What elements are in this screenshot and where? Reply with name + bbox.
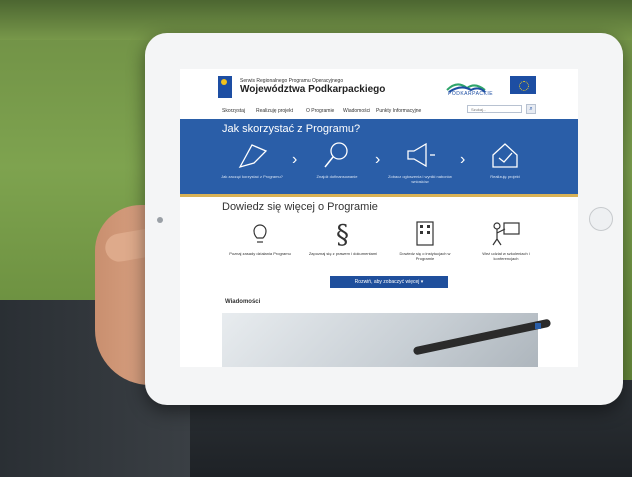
card-label: Poznaj zasady działania Programu bbox=[229, 251, 291, 256]
home-button[interactable] bbox=[589, 207, 613, 231]
chevron-right-icon: › bbox=[460, 151, 466, 168]
flag-icon bbox=[238, 144, 268, 169]
expand-more-label: Rozwiń, aby zobaczyć więcej bbox=[354, 279, 420, 285]
step-start[interactable]: Jak zacząć korzystać z Programu? bbox=[217, 141, 287, 179]
step-announcements[interactable]: Zobacz ogłoszenia i wyniki naborów wnios… bbox=[385, 141, 455, 184]
house-check-icon bbox=[492, 143, 518, 168]
card-law[interactable]: § Zapoznaj się z prawem i dokumentami bbox=[308, 219, 378, 256]
nav-item-punkty[interactable]: Punkty Informacyjne bbox=[376, 108, 421, 114]
card-training[interactable]: Weź udział w szkoleniach i konferencjach bbox=[471, 219, 541, 261]
camera bbox=[157, 217, 163, 223]
building-icon bbox=[416, 221, 434, 246]
pen-image bbox=[412, 318, 552, 356]
background-scene: Serwis Regionalnego Programu Operacyjneg… bbox=[0, 0, 632, 477]
step-project[interactable]: Realizuję projekt bbox=[470, 141, 540, 179]
learn-title: Dowiedz się więcej o Programie bbox=[222, 201, 378, 213]
site-logo-icon[interactable] bbox=[218, 76, 232, 98]
eu-flag-icon bbox=[510, 76, 536, 94]
nav-item-skorzystaj[interactable]: Skorzystaj bbox=[222, 108, 245, 114]
nav-item-o-programie[interactable]: O Programie bbox=[306, 108, 334, 114]
step-label: Znajdź dofinansowanie bbox=[316, 174, 358, 179]
news-title: Wiadomości bbox=[225, 299, 261, 305]
tablet-screen: Serwis Regionalnego Programu Operacyjneg… bbox=[180, 69, 578, 367]
chevron-right-icon: › bbox=[292, 151, 298, 168]
step-label: Zobacz ogłoszenia i wyniki naborów wnios… bbox=[388, 174, 452, 184]
chevron-right-icon: › bbox=[375, 151, 381, 168]
tablet-device: Serwis Regionalnego Programu Operacyjneg… bbox=[145, 33, 623, 405]
bulb-icon bbox=[253, 224, 267, 243]
hero-section: Jak skorzystać z Programu? Jak zacząć ko… bbox=[180, 119, 578, 194]
svg-text:§: § bbox=[336, 220, 349, 247]
brand-title[interactable]: Województwa Podkarpackiego bbox=[240, 84, 385, 95]
step-find[interactable]: Znajdź dofinansowanie bbox=[302, 141, 372, 179]
magnifier-icon bbox=[324, 142, 348, 168]
expand-more-button[interactable]: Rozwiń, aby zobaczyć więcej ▾ bbox=[330, 276, 448, 288]
partner-name: PODKARPACKIE bbox=[448, 91, 494, 97]
card-institutions[interactable]: Dowiedz się o instytucjach w Programie bbox=[390, 219, 460, 261]
search-icon[interactable]: ⌕ bbox=[526, 104, 536, 114]
card-label: Zapoznaj się z prawem i dokumentami bbox=[308, 251, 378, 256]
step-label: Jak zacząć korzystać z Programu? bbox=[221, 174, 283, 179]
nav-item-wiadomosci[interactable]: Wiadomości bbox=[343, 108, 370, 114]
card-label: Dowiedz się o instytucjach w Programie bbox=[399, 251, 451, 261]
megaphone-icon bbox=[407, 142, 435, 168]
hero-title: Jak skorzystać z Programu? bbox=[222, 123, 361, 135]
slider-indicator[interactable] bbox=[535, 323, 541, 329]
site-header: Serwis Regionalnego Programu Operacyjneg… bbox=[180, 69, 578, 105]
news-image[interactable] bbox=[222, 313, 552, 367]
step-label: Realizuję projekt bbox=[490, 174, 520, 179]
search-input[interactable]: Szukaj... bbox=[467, 105, 522, 113]
card-label: Weź udział w szkoleniach i konferencjach bbox=[482, 251, 530, 261]
nav-item-realizuje[interactable]: Realizuję projekt bbox=[256, 108, 293, 114]
presentation-icon bbox=[492, 222, 520, 246]
hero-divider bbox=[180, 194, 578, 197]
paragraph-icon: § bbox=[336, 220, 349, 250]
card-rules[interactable]: Poznaj zasady działania Programu bbox=[225, 219, 295, 256]
